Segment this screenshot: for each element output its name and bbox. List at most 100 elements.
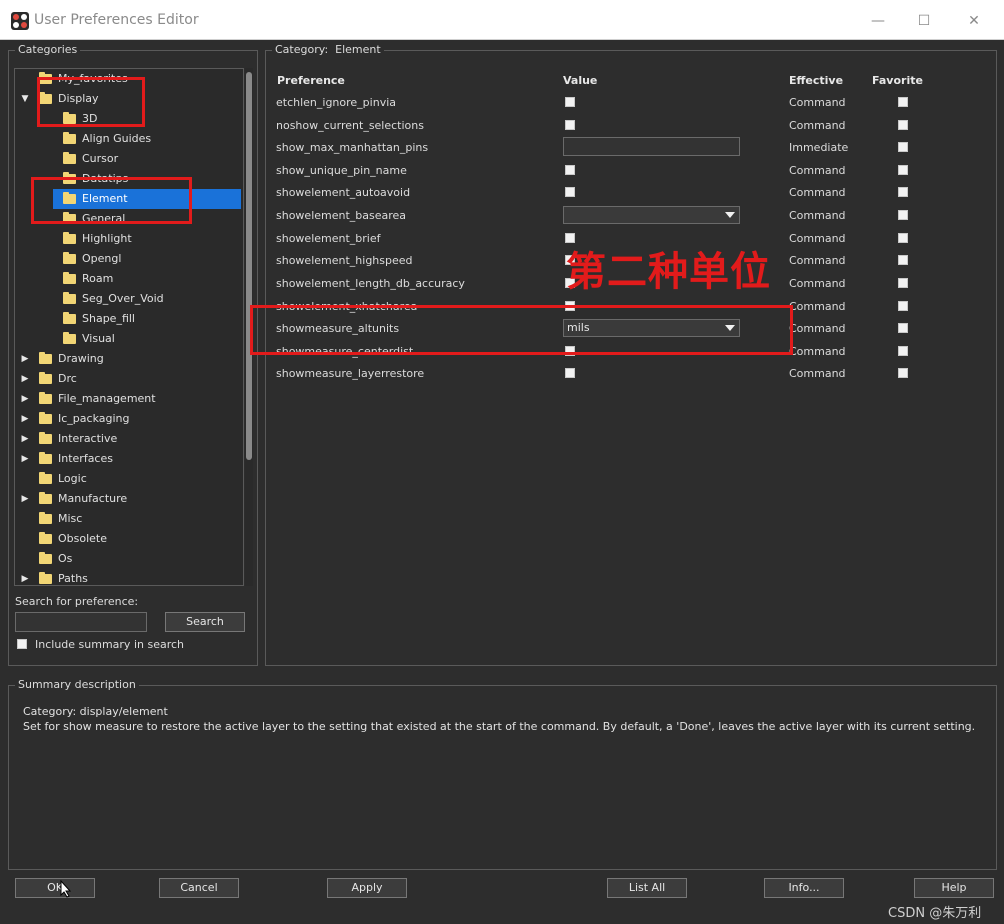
tree-item[interactable]: ▶ Manufacture	[15, 489, 243, 509]
tree-item[interactable]: ▶ Interfaces	[15, 449, 243, 469]
info-button[interactable]: Info...	[764, 878, 844, 898]
tree-item[interactable]: ▶ Drc	[15, 369, 243, 389]
tree-item[interactable]: Roam	[15, 269, 243, 289]
favorite-checkbox[interactable]	[898, 97, 908, 107]
expand-arrow-right-icon[interactable]: ▶	[19, 369, 31, 389]
expand-arrow-right-icon[interactable]: ▶	[19, 429, 31, 449]
tree-item[interactable]: Os	[15, 549, 243, 569]
folder-icon	[39, 472, 52, 484]
tree-item[interactable]: Opengl	[15, 249, 243, 269]
minimize-button[interactable]: —	[856, 8, 900, 34]
favorite-checkbox[interactable]	[898, 278, 908, 288]
cancel-button[interactable]: Cancel	[159, 878, 239, 898]
effective-value: Command	[789, 119, 846, 132]
effective-value: Command	[789, 367, 846, 380]
preference-name: showelement_brief	[276, 232, 381, 245]
tree-item-label: Drc	[58, 372, 77, 385]
tree-item-label: File_management	[58, 392, 156, 405]
category-tree[interactable]: My_favorites ▼ Display 3D Align Guides Cursor…	[14, 68, 244, 586]
header-preference: Preference	[277, 74, 345, 87]
tree-item[interactable]: ▶ Paths	[15, 569, 243, 585]
search-button[interactable]: Search	[165, 612, 245, 632]
preference-name: showelement_basearea	[276, 209, 407, 222]
maximize-button[interactable]: ☐	[902, 8, 946, 34]
folder-icon	[63, 232, 76, 244]
tree-item-label: Drawing	[58, 352, 104, 365]
tree-item[interactable]: Visual	[15, 329, 243, 349]
preference-name: showelement_highspeed	[276, 254, 413, 267]
chevron-down-icon[interactable]	[725, 212, 735, 218]
value-checkbox[interactable]	[565, 368, 575, 378]
folder-icon	[39, 552, 52, 564]
preference-name: showmeasure_layerrestore	[276, 367, 425, 380]
favorite-checkbox[interactable]	[898, 142, 908, 152]
folder-icon	[63, 152, 76, 164]
apply-button[interactable]: Apply	[327, 878, 407, 898]
tree-item-label: Misc	[58, 512, 83, 525]
folder-icon	[39, 412, 52, 424]
expand-arrow-right-icon[interactable]: ▶	[19, 449, 31, 469]
list-all-button[interactable]: List All	[607, 878, 687, 898]
tree-item[interactable]: Obsolete	[15, 529, 243, 549]
effective-value: Command	[789, 186, 846, 199]
tree-item[interactable]: Align Guides	[15, 129, 243, 149]
folder-icon	[63, 332, 76, 344]
value-checkbox[interactable]	[565, 187, 575, 197]
tree-item[interactable]: Seg_Over_Void	[15, 289, 243, 309]
expand-arrow-right-icon[interactable]: ▶	[19, 349, 31, 369]
categories-group: Categories My_favorites ▼ Display 3D Align G…	[8, 43, 258, 666]
expand-arrow-right-icon[interactable]: ▶	[19, 489, 31, 509]
favorite-checkbox[interactable]	[898, 210, 908, 220]
favorite-checkbox[interactable]	[898, 187, 908, 197]
value-checkbox[interactable]	[565, 120, 575, 130]
folder-icon	[63, 312, 76, 324]
preference-name: show_max_manhattan_pins	[276, 141, 429, 154]
title-bar: User Preferences Editor — ☐ ✕	[0, 0, 1004, 40]
effective-value: Command	[789, 209, 846, 222]
value-checkbox[interactable]	[565, 233, 575, 243]
favorite-checkbox[interactable]	[898, 120, 908, 130]
expand-arrow-right-icon[interactable]: ▶	[19, 569, 31, 585]
favorite-checkbox[interactable]	[898, 301, 908, 311]
expand-arrow-right-icon[interactable]: ▶	[19, 409, 31, 429]
annotation-box-display	[37, 77, 145, 127]
tree-item[interactable]: Shape_fill	[15, 309, 243, 329]
folder-icon	[39, 492, 52, 504]
value-combo[interactable]	[563, 206, 740, 224]
favorite-checkbox[interactable]	[898, 255, 908, 265]
favorite-checkbox[interactable]	[898, 323, 908, 333]
include-summary-checkbox[interactable]	[17, 639, 27, 649]
search-input[interactable]	[15, 612, 147, 632]
expand-arrow-right-icon[interactable]: ▶	[19, 389, 31, 409]
tree-item-label: Ic_packaging	[58, 412, 130, 425]
tree-item[interactable]: Logic	[15, 469, 243, 489]
favorite-checkbox[interactable]	[898, 165, 908, 175]
folder-icon	[63, 252, 76, 264]
summary-group: Summary description Category: display/el…	[8, 678, 997, 870]
value-checkbox[interactable]	[565, 97, 575, 107]
tree-scroll-thumb[interactable]	[246, 72, 252, 460]
tree-item[interactable]: ▶ Ic_packaging	[15, 409, 243, 429]
effective-value: Command	[789, 254, 846, 267]
expand-arrow-down-icon[interactable]: ▼	[19, 89, 31, 109]
folder-icon	[39, 452, 52, 464]
tree-item[interactable]: Highlight	[15, 229, 243, 249]
ok-button[interactable]: OK	[15, 878, 95, 898]
tree-item[interactable]: Cursor	[15, 149, 243, 169]
tree-item[interactable]: ▶ Drawing	[15, 349, 243, 369]
tree-item[interactable]: ▶ File_management	[15, 389, 243, 409]
value-checkbox[interactable]	[565, 165, 575, 175]
favorite-checkbox[interactable]	[898, 233, 908, 243]
help-button[interactable]: Help	[914, 878, 994, 898]
effective-value: Command	[789, 322, 846, 335]
favorite-checkbox[interactable]	[898, 346, 908, 356]
tree-item-label: Visual	[82, 332, 115, 345]
folder-icon	[39, 392, 52, 404]
tree-item[interactable]: Misc	[15, 509, 243, 529]
favorite-checkbox[interactable]	[898, 368, 908, 378]
summary-description: Set for show measure to restore the acti…	[23, 720, 976, 733]
effective-value: Command	[789, 164, 846, 177]
tree-item[interactable]: ▶ Interactive	[15, 429, 243, 449]
value-text-input[interactable]	[563, 137, 740, 156]
close-button[interactable]: ✕	[952, 8, 996, 34]
